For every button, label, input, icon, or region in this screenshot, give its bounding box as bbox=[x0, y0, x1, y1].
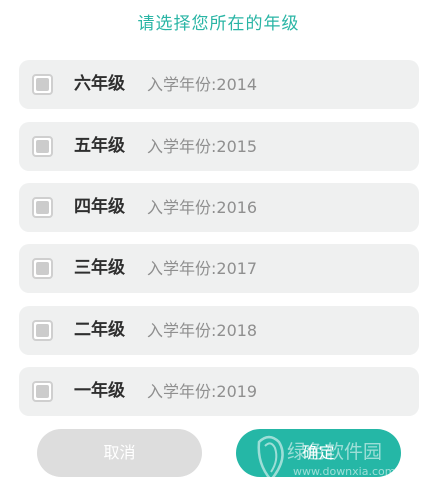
grade-name: 一年级 bbox=[74, 381, 125, 401]
enroll-year: 入学年份:2015 bbox=[147, 137, 258, 156]
enroll-year: 入学年份:2014 bbox=[147, 75, 258, 94]
enroll-year: 入学年份:2019 bbox=[147, 382, 258, 401]
checkbox-icon[interactable] bbox=[32, 258, 53, 279]
checkbox-icon[interactable] bbox=[32, 381, 53, 402]
checkbox-icon[interactable] bbox=[32, 136, 53, 157]
grade-name: 六年级 bbox=[74, 74, 125, 94]
grade-row-grade1[interactable]: 一年级 入学年份:2019 bbox=[19, 367, 419, 416]
grade-row-grade2[interactable]: 二年级 入学年份:2018 bbox=[19, 306, 419, 355]
grade-name: 三年级 bbox=[74, 258, 125, 278]
grade-row-grade6[interactable]: 六年级 入学年份:2014 bbox=[19, 60, 419, 109]
checkbox-icon[interactable] bbox=[32, 74, 53, 95]
confirm-button[interactable]: 确定 bbox=[236, 429, 401, 477]
grade-row-grade4[interactable]: 四年级 入学年份:2016 bbox=[19, 183, 419, 232]
checkbox-icon[interactable] bbox=[32, 197, 53, 218]
grade-list: 六年级 入学年份:2014 五年级 入学年份:2015 四年级 入学年份:201… bbox=[0, 0, 437, 500]
grade-row-grade3[interactable]: 三年级 入学年份:2017 bbox=[19, 244, 419, 293]
grade-select-dialog: 请选择您所在的年级 六年级 入学年份:2014 五年级 入学年份:2015 四年… bbox=[0, 0, 437, 500]
checkbox-icon[interactable] bbox=[32, 320, 53, 341]
enroll-year: 入学年份:2018 bbox=[147, 321, 258, 340]
grade-name: 五年级 bbox=[74, 136, 125, 156]
grade-name: 二年级 bbox=[74, 320, 125, 340]
cancel-button[interactable]: 取消 bbox=[37, 429, 202, 477]
enroll-year: 入学年份:2016 bbox=[147, 198, 258, 217]
enroll-year: 入学年份:2017 bbox=[147, 259, 258, 278]
grade-row-grade5[interactable]: 五年级 入学年份:2015 bbox=[19, 122, 419, 171]
grade-name: 四年级 bbox=[74, 197, 125, 217]
